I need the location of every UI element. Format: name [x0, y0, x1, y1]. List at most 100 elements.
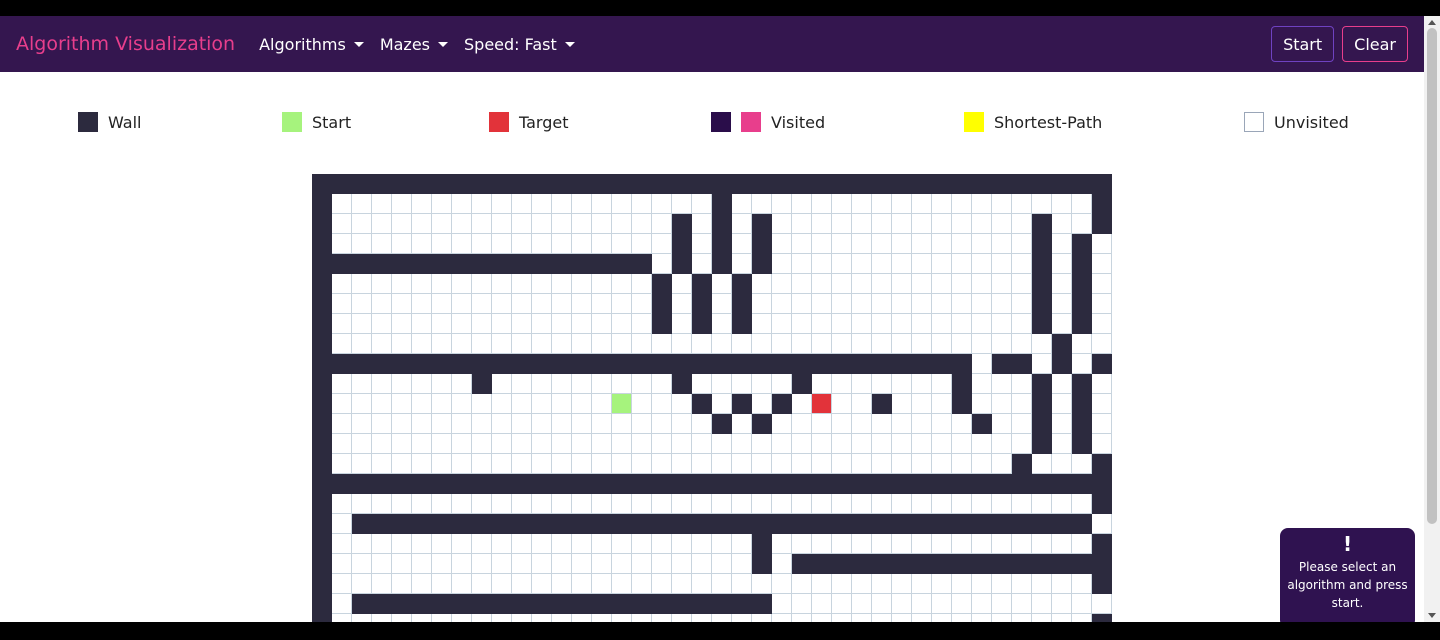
- wall-cell[interactable]: [1052, 514, 1072, 534]
- unvisited-cell[interactable]: [1052, 254, 1072, 274]
- wall-cell[interactable]: [432, 174, 452, 194]
- unvisited-cell[interactable]: [1052, 234, 1072, 254]
- unvisited-cell[interactable]: [872, 374, 892, 394]
- unvisited-cell[interactable]: [432, 294, 452, 314]
- wall-cell[interactable]: [832, 354, 852, 374]
- wall-cell[interactable]: [392, 474, 412, 494]
- unvisited-cell[interactable]: [472, 534, 492, 554]
- wall-cell[interactable]: [952, 374, 972, 394]
- unvisited-cell[interactable]: [472, 614, 492, 622]
- unvisited-cell[interactable]: [892, 274, 912, 294]
- wall-cell[interactable]: [492, 594, 512, 614]
- unvisited-cell[interactable]: [1052, 574, 1072, 594]
- unvisited-cell[interactable]: [452, 414, 472, 434]
- unvisited-cell[interactable]: [392, 374, 412, 394]
- unvisited-cell[interactable]: [592, 394, 612, 414]
- unvisited-cell[interactable]: [892, 434, 912, 454]
- unvisited-cell[interactable]: [932, 374, 952, 394]
- wall-cell[interactable]: [492, 354, 512, 374]
- unvisited-cell[interactable]: [1032, 334, 1052, 354]
- wall-cell[interactable]: [512, 254, 532, 274]
- unvisited-cell[interactable]: [332, 574, 352, 594]
- wall-cell[interactable]: [952, 474, 972, 494]
- unvisited-cell[interactable]: [772, 274, 792, 294]
- unvisited-cell[interactable]: [912, 454, 932, 474]
- unvisited-cell[interactable]: [952, 594, 972, 614]
- wall-cell[interactable]: [672, 374, 692, 394]
- wall-cell[interactable]: [632, 514, 652, 534]
- unvisited-cell[interactable]: [692, 614, 712, 622]
- wall-cell[interactable]: [892, 174, 912, 194]
- wall-cell[interactable]: [572, 174, 592, 194]
- wall-cell[interactable]: [672, 594, 692, 614]
- wall-cell[interactable]: [612, 254, 632, 274]
- unvisited-cell[interactable]: [612, 454, 632, 474]
- unvisited-cell[interactable]: [412, 274, 432, 294]
- wall-cell[interactable]: [392, 254, 412, 274]
- unvisited-cell[interactable]: [432, 374, 452, 394]
- unvisited-cell[interactable]: [732, 194, 752, 214]
- unvisited-cell[interactable]: [412, 314, 432, 334]
- unvisited-cell[interactable]: [1092, 414, 1112, 434]
- unvisited-cell[interactable]: [612, 234, 632, 254]
- unvisited-cell[interactable]: [632, 454, 652, 474]
- wall-cell[interactable]: [692, 514, 712, 534]
- unvisited-cell[interactable]: [952, 234, 972, 254]
- unvisited-cell[interactable]: [432, 414, 452, 434]
- wall-cell[interactable]: [1012, 554, 1032, 574]
- wall-cell[interactable]: [772, 514, 792, 534]
- wall-cell[interactable]: [992, 174, 1012, 194]
- unvisited-cell[interactable]: [652, 254, 672, 274]
- unvisited-cell[interactable]: [552, 394, 572, 414]
- wall-cell[interactable]: [732, 594, 752, 614]
- unvisited-cell[interactable]: [712, 294, 732, 314]
- unvisited-cell[interactable]: [732, 234, 752, 254]
- unvisited-cell[interactable]: [772, 554, 792, 574]
- unvisited-cell[interactable]: [972, 454, 992, 474]
- unvisited-cell[interactable]: [572, 554, 592, 574]
- unvisited-cell[interactable]: [692, 554, 712, 574]
- wall-cell[interactable]: [852, 474, 872, 494]
- unvisited-cell[interactable]: [432, 394, 452, 414]
- wall-cell[interactable]: [912, 514, 932, 534]
- wall-cell[interactable]: [632, 254, 652, 274]
- unvisited-cell[interactable]: [1092, 254, 1112, 274]
- unvisited-cell[interactable]: [352, 614, 372, 622]
- wall-cell[interactable]: [1052, 554, 1072, 574]
- wall-cell[interactable]: [1092, 474, 1112, 494]
- unvisited-cell[interactable]: [412, 434, 432, 454]
- unvisited-cell[interactable]: [832, 274, 852, 294]
- unvisited-cell[interactable]: [992, 614, 1012, 622]
- unvisited-cell[interactable]: [772, 494, 792, 514]
- unvisited-cell[interactable]: [1012, 374, 1032, 394]
- unvisited-cell[interactable]: [1092, 394, 1112, 414]
- unvisited-cell[interactable]: [852, 334, 872, 354]
- unvisited-cell[interactable]: [392, 394, 412, 414]
- wall-cell[interactable]: [612, 174, 632, 194]
- wall-cell[interactable]: [932, 554, 952, 574]
- unvisited-cell[interactable]: [872, 194, 892, 214]
- unvisited-cell[interactable]: [832, 374, 852, 394]
- unvisited-cell[interactable]: [352, 534, 372, 554]
- unvisited-cell[interactable]: [332, 534, 352, 554]
- unvisited-cell[interactable]: [972, 194, 992, 214]
- unvisited-cell[interactable]: [352, 434, 372, 454]
- unvisited-cell[interactable]: [952, 194, 972, 214]
- wall-cell[interactable]: [312, 394, 332, 414]
- unvisited-cell[interactable]: [532, 214, 552, 234]
- wall-cell[interactable]: [692, 174, 712, 194]
- unvisited-cell[interactable]: [532, 234, 552, 254]
- unvisited-cell[interactable]: [492, 574, 512, 594]
- wall-cell[interactable]: [372, 474, 392, 494]
- unvisited-cell[interactable]: [372, 494, 392, 514]
- unvisited-cell[interactable]: [1072, 494, 1092, 514]
- unvisited-cell[interactable]: [432, 534, 452, 554]
- wall-cell[interactable]: [692, 394, 712, 414]
- unvisited-cell[interactable]: [692, 334, 712, 354]
- unvisited-cell[interactable]: [932, 454, 952, 474]
- wall-cell[interactable]: [872, 174, 892, 194]
- unvisited-cell[interactable]: [892, 334, 912, 354]
- mazes-dropdown[interactable]: Mazes: [380, 35, 448, 54]
- wall-cell[interactable]: [992, 554, 1012, 574]
- unvisited-cell[interactable]: [872, 294, 892, 314]
